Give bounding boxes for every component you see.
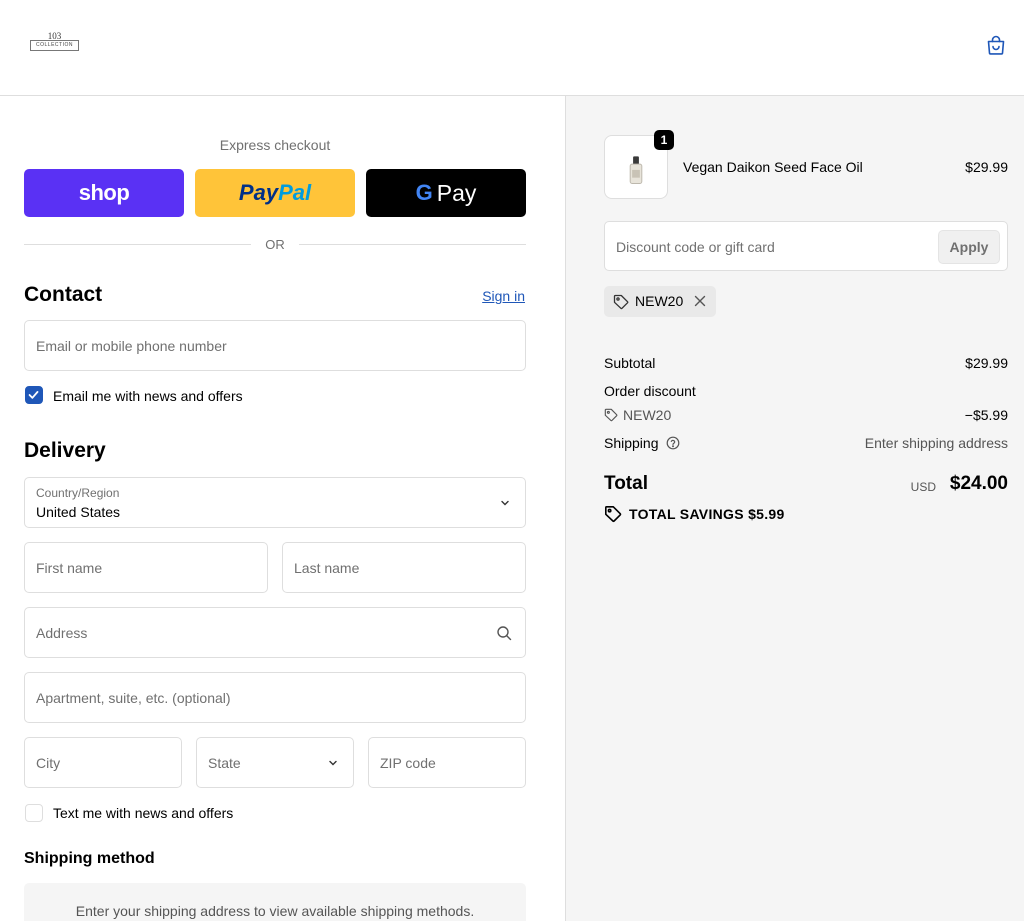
state-select[interactable]: State bbox=[196, 737, 354, 788]
paypal-label-2: Pal bbox=[278, 180, 312, 205]
help-circle-icon[interactable] bbox=[666, 436, 680, 450]
currency-code: USD bbox=[910, 480, 936, 494]
shipping-method-box: Enter your shipping address to view avai… bbox=[24, 883, 526, 921]
shipping-method-message: Enter your shipping address to view avai… bbox=[75, 903, 475, 919]
country-select[interactable]: Country/Region United States bbox=[24, 477, 526, 528]
text-news-label: Text me with news and offers bbox=[53, 805, 234, 821]
search-icon bbox=[497, 626, 512, 641]
google-pay-label: Pay bbox=[436, 179, 477, 206]
last-name-placeholder: Last name bbox=[294, 560, 360, 576]
contact-title: Contact bbox=[24, 283, 103, 306]
delivery-title: Delivery bbox=[24, 439, 106, 462]
total-label: Total bbox=[604, 473, 648, 494]
text-news-checkbox[interactable] bbox=[25, 804, 43, 822]
product-price: $29.99 bbox=[965, 159, 1008, 175]
checkmark-icon bbox=[28, 391, 39, 399]
product-name: Vegan Daikon Seed Face Oil bbox=[683, 159, 863, 175]
tag-icon bbox=[613, 294, 629, 310]
state-placeholder: State bbox=[208, 755, 241, 771]
shopping-bag-icon[interactable] bbox=[984, 33, 1008, 57]
apartment-placeholder: Apartment, suite, etc. (optional) bbox=[36, 690, 231, 706]
express-checkout-title: Express checkout bbox=[219, 137, 331, 153]
shipping-label: Shipping bbox=[604, 435, 659, 451]
country-value: United States bbox=[36, 504, 121, 520]
email-news-label: Email me with news and offers bbox=[53, 388, 243, 404]
city-field[interactable]: City bbox=[24, 737, 182, 788]
quantity-badge: 1 bbox=[654, 130, 674, 150]
discount-value: −$5.99 bbox=[964, 407, 1008, 423]
last-name-field[interactable]: Last name bbox=[282, 542, 526, 593]
chevron-down-icon bbox=[501, 500, 509, 506]
email-news-checkbox[interactable] bbox=[25, 386, 43, 404]
divider bbox=[299, 244, 526, 245]
zip-placeholder: ZIP code bbox=[380, 755, 436, 771]
logo-word: COLLECTION bbox=[30, 40, 79, 51]
first-name-placeholder: First name bbox=[36, 560, 103, 576]
email-placeholder: Email or mobile phone number bbox=[36, 338, 227, 354]
checkout-form: Express checkout shop PayPal G Pay OR Co… bbox=[0, 96, 566, 921]
address-placeholder: Address bbox=[36, 625, 88, 641]
paypal-label-1: Pay bbox=[238, 180, 279, 205]
applied-discount-code: NEW20 bbox=[635, 293, 684, 309]
google-pay-button[interactable]: G Pay bbox=[366, 169, 526, 217]
header: 103 COLLECTION bbox=[0, 0, 1024, 96]
subtotal-label: Subtotal bbox=[604, 355, 656, 371]
order-discount-label: Order discount bbox=[604, 383, 696, 399]
sign-in-link[interactable]: Sign in bbox=[482, 288, 525, 304]
order-summary: 1 Vegan Daikon Seed Face Oil $29.99 Disc… bbox=[566, 96, 1024, 921]
store-logo[interactable]: 103 COLLECTION bbox=[30, 31, 79, 52]
address-field[interactable]: Address bbox=[24, 607, 526, 658]
total-value: $24.00 bbox=[949, 473, 1008, 494]
paypal-button[interactable]: PayPal bbox=[195, 169, 355, 217]
apply-discount-button[interactable]: Apply bbox=[938, 230, 1000, 264]
discount-placeholder: Discount code or gift card bbox=[616, 239, 775, 255]
shipping-value: Enter shipping address bbox=[864, 435, 1008, 451]
close-icon[interactable] bbox=[693, 294, 707, 308]
subtotal-value: $29.99 bbox=[965, 355, 1008, 371]
city-placeholder: City bbox=[36, 755, 61, 771]
apartment-field[interactable]: Apartment, suite, etc. (optional) bbox=[24, 672, 526, 723]
total-savings: TOTAL SAVINGS $5.99 bbox=[629, 506, 785, 522]
discount-code-field[interactable]: Discount code or gift card Apply bbox=[604, 221, 1008, 271]
email-field[interactable]: Email or mobile phone number bbox=[24, 320, 526, 371]
shop-pay-label: shop bbox=[78, 180, 130, 205]
discount-code-label: NEW20 bbox=[623, 407, 672, 423]
zip-field[interactable]: ZIP code bbox=[368, 737, 526, 788]
shipping-method-title: Shipping method bbox=[24, 850, 155, 867]
applied-discount-chip: NEW20 bbox=[604, 286, 716, 317]
savings-tag-icon bbox=[605, 506, 622, 523]
country-label: Country/Region bbox=[36, 486, 120, 500]
google-g-icon: G bbox=[415, 180, 433, 205]
shop-pay-button[interactable]: shop bbox=[24, 169, 184, 217]
first-name-field[interactable]: First name bbox=[24, 542, 268, 593]
chevron-down-icon bbox=[329, 760, 337, 766]
tag-icon bbox=[604, 408, 618, 422]
